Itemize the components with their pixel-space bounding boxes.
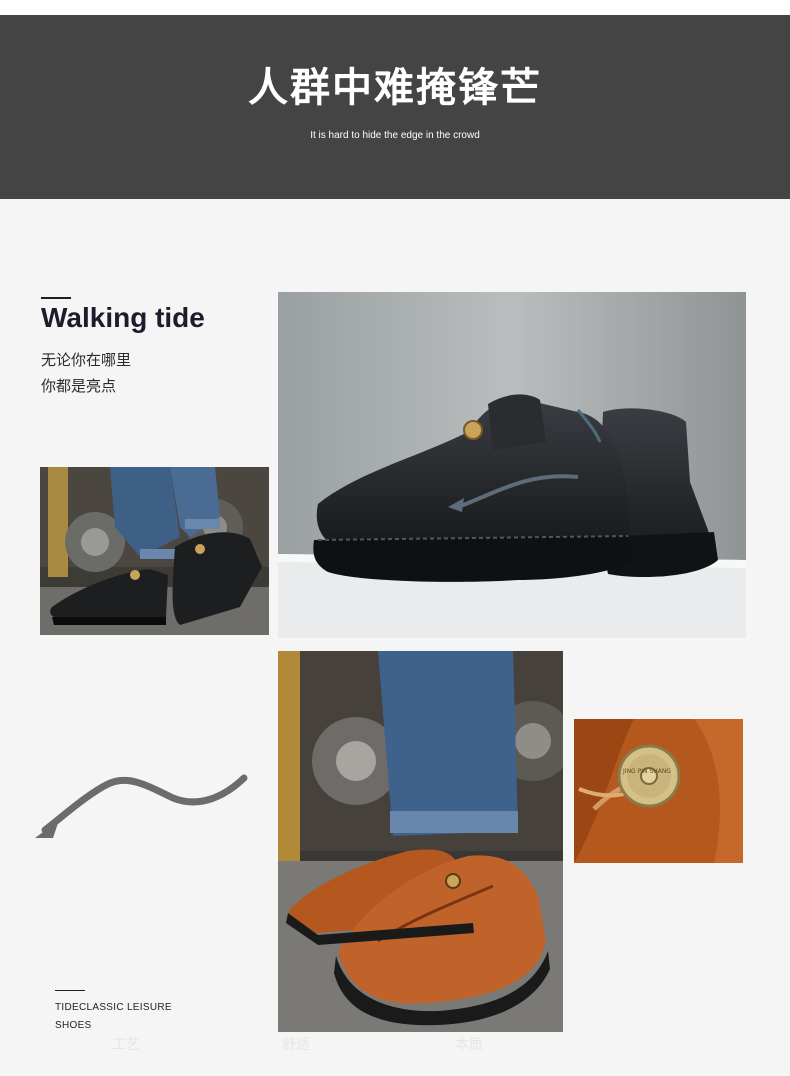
ghost-label-2: 舒适 [282,1037,310,1053]
banner-subtitle: It is hard to hide the edge in the crowd [310,130,480,141]
feature-line-2: 你都是亮点 [41,377,117,395]
badge-text: JING PIN SHANG [623,768,671,775]
heading-dash [41,297,71,299]
footer-line-2: SHOES [55,1020,92,1031]
footer-dash [55,990,85,991]
feature-heading: Walking tide [41,302,205,333]
brown-boot-photo [278,651,563,1032]
footer-line-1: TIDECLASSIC LEISURE [55,1002,172,1013]
banner-title: 人群中难掩锋芒 [248,65,542,111]
feature-line-1: 无论你在哪里 [41,351,132,369]
black-boot-photo [278,292,746,638]
badge-closeup-photo [574,719,743,863]
curved-arrow-icon [33,770,248,842]
ghost-label-3: 本质 [455,1037,483,1053]
ghost-label-1: 工艺 [112,1037,140,1053]
black-boot-street-photo [40,467,269,635]
top-strip [0,0,790,15]
